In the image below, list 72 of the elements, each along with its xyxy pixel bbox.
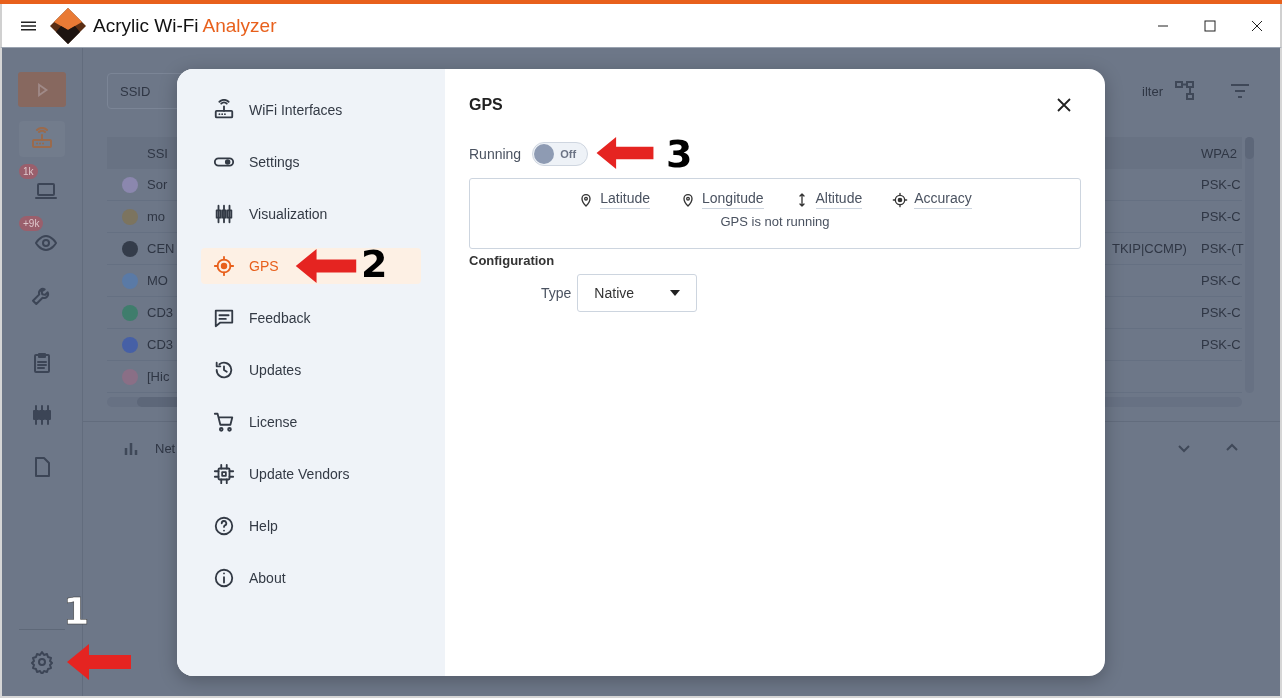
play-button[interactable] bbox=[18, 72, 66, 107]
callout-number: 2 bbox=[361, 245, 388, 283]
field-label: Altitude bbox=[815, 190, 863, 209]
sliders-icon bbox=[30, 403, 54, 427]
nav-item[interactable]: Help bbox=[201, 508, 421, 544]
table-cell: PSK-C bbox=[1201, 273, 1241, 288]
table-cell: [Hic bbox=[147, 369, 170, 384]
field-label: Accuracy bbox=[914, 190, 972, 209]
field-label: Latitude bbox=[600, 190, 650, 209]
table-cell: mo bbox=[147, 209, 166, 224]
count-badge: 1k bbox=[19, 164, 38, 179]
nav-item[interactable]: GPS 2 bbox=[201, 248, 421, 284]
pin-icon bbox=[680, 191, 696, 208]
column-header: SSI bbox=[147, 145, 168, 161]
table-cell: PSK-C bbox=[1201, 305, 1241, 320]
router-icon bbox=[213, 99, 235, 121]
nav-item[interactable]: Feedback bbox=[201, 300, 421, 336]
table-cell: CEN bbox=[147, 241, 175, 256]
table-cell: MO bbox=[147, 273, 168, 288]
table-cell: PSK-C bbox=[1201, 177, 1241, 192]
table-cell: CD3 bbox=[147, 305, 173, 320]
count-badge: +9k bbox=[19, 216, 44, 231]
router-icon bbox=[30, 127, 54, 151]
chip-icon bbox=[213, 463, 235, 485]
sliders-icon bbox=[213, 203, 235, 225]
nav-item[interactable]: Updates bbox=[201, 352, 421, 388]
crosshair-icon bbox=[892, 191, 909, 208]
filter-text: ilter bbox=[1142, 83, 1163, 99]
table-cell: TKIP|CCMP) bbox=[1112, 241, 1187, 256]
panel-title: Net bbox=[155, 440, 176, 456]
running-label: Running bbox=[469, 146, 522, 162]
info-icon bbox=[213, 567, 235, 589]
nav-item[interactable]: License bbox=[201, 404, 421, 440]
running-toggle[interactable]: Off bbox=[532, 142, 589, 166]
crosshair-icon bbox=[213, 255, 235, 277]
callout-number: 1 bbox=[63, 592, 90, 630]
type-dropdown[interactable]: Native bbox=[577, 274, 698, 312]
callout-arrow-icon bbox=[295, 249, 357, 283]
help-icon bbox=[213, 515, 235, 537]
callout-number: 3 bbox=[666, 135, 693, 173]
table-cell: Sor bbox=[147, 177, 168, 192]
settings-icon bbox=[30, 650, 54, 674]
field-label: Longitude bbox=[702, 190, 764, 209]
table-cell: PSK-C bbox=[1201, 209, 1241, 224]
close-icon[interactable] bbox=[1056, 97, 1072, 113]
cart-icon bbox=[213, 411, 235, 433]
nav-item[interactable]: Update Vendors bbox=[201, 456, 421, 492]
type-label: Type bbox=[541, 285, 572, 301]
bar-chart-icon bbox=[123, 440, 139, 456]
maximize-icon[interactable] bbox=[1204, 19, 1216, 32]
column-header: WPA2 bbox=[1201, 145, 1237, 161]
app-title: Acrylic Wi-Fi bbox=[93, 14, 199, 37]
status-text: GPS is not running bbox=[719, 214, 831, 229]
table-cell: PSK-(T bbox=[1201, 241, 1244, 256]
dialog-title: GPS bbox=[469, 96, 503, 114]
callout-arrow-icon bbox=[595, 137, 655, 169]
table-cell: CD3 bbox=[147, 337, 173, 352]
close-icon[interactable] bbox=[1251, 19, 1263, 32]
tree-icon[interactable] bbox=[1173, 79, 1197, 103]
logo-icon bbox=[50, 7, 86, 44]
table-cell: PSK-C bbox=[1201, 337, 1241, 352]
nav-item[interactable]: About bbox=[201, 560, 421, 596]
nav-item[interactable]: WiFi Interfaces bbox=[201, 92, 421, 128]
message-icon bbox=[213, 307, 235, 329]
nav-item[interactable]: Settings bbox=[201, 144, 421, 180]
history-icon bbox=[213, 359, 235, 381]
app-title-accent: Analyzer bbox=[202, 14, 277, 37]
section-heading: Configuration bbox=[469, 253, 556, 268]
nav-item[interactable]: Visualization bbox=[201, 196, 421, 232]
callout-arrow-icon bbox=[67, 644, 131, 680]
menu-icon[interactable] bbox=[21, 20, 36, 31]
caret-icon bbox=[670, 290, 681, 296]
